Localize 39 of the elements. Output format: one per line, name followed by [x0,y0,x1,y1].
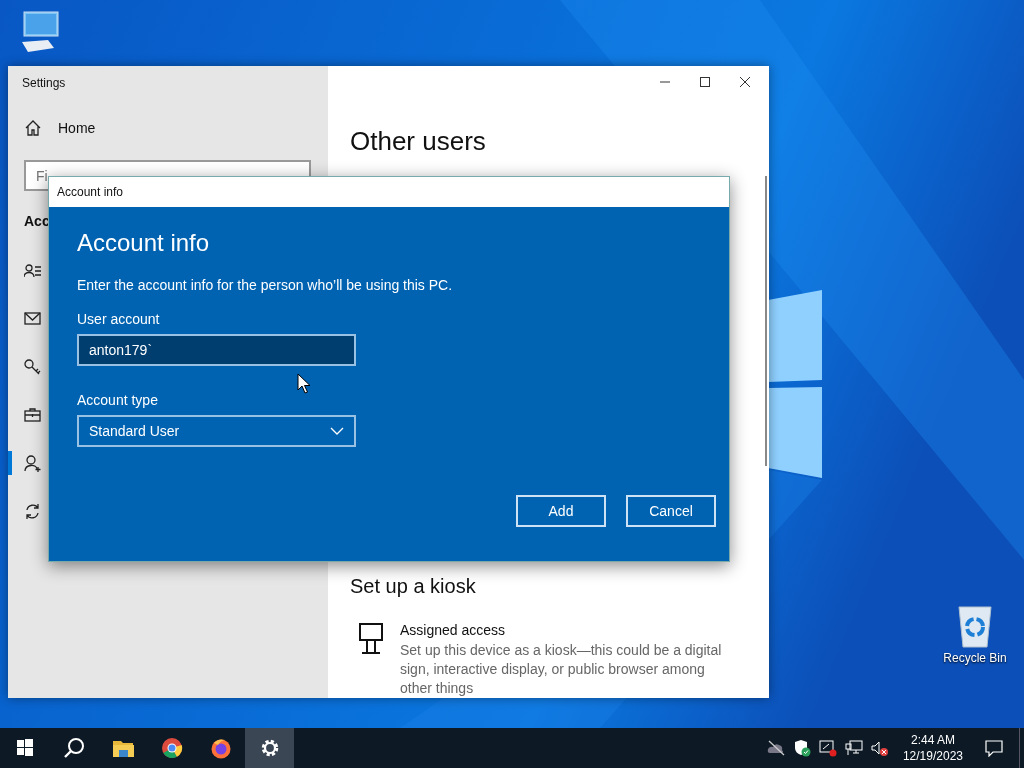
account-type-dropdown[interactable]: Standard User [77,415,356,447]
cursor-icon [297,373,311,395]
page-title: Other users [350,126,487,157]
shield-icon [792,739,811,757]
home-nav-item[interactable]: Home [24,116,328,140]
field-label: Account type [77,392,159,408]
display-icon [818,739,837,757]
field-label: User account [77,311,161,327]
sync-icon[interactable] [24,503,42,521]
add-button[interactable]: Add [516,495,606,527]
notification-icon[interactable] [985,739,1003,757]
section-heading: Set up a kiosk [350,575,477,598]
cloud-off-icon [766,740,785,756]
chevron-icon [330,427,344,435]
maximize-icon[interactable] [699,76,711,88]
section-heading: Acc [24,213,51,229]
clock-time[interactable]: 2:44 AM [910,732,955,748]
window-title: Settings [21,75,67,92]
item-description: Set up this device as a kiosk—this could be a digital sign, interactive display, or public browser among other things [400,641,723,698]
assigned-access-link[interactable]: Assigned access [400,622,730,638]
network-icon [844,740,863,756]
clock-date[interactable]: 12/19/2023 [902,748,963,764]
dialog-title: Account info [49,177,729,207]
home-icon [24,119,42,137]
chrome-icon [160,737,183,759]
briefcase-icon[interactable] [24,407,42,425]
close-icon[interactable] [739,76,751,88]
firefox-icon [209,737,232,759]
taskbar-button[interactable] [245,728,294,768]
kiosk-icon [358,622,384,656]
dialog-description: Enter the account info for the person who’ll be using this PC. [77,277,454,293]
search-icon [62,737,85,759]
desktop-icon-label[interactable]: Recycle Bin [943,651,1007,665]
input-field[interactable]: anton179` [77,334,356,366]
cancel-button[interactable]: Cancel [626,495,716,527]
speaker-muted-icon [870,740,889,756]
person-add-icon[interactable] [24,455,42,473]
key-icon[interactable] [24,359,42,377]
dialog-heading: Account info [77,229,211,257]
